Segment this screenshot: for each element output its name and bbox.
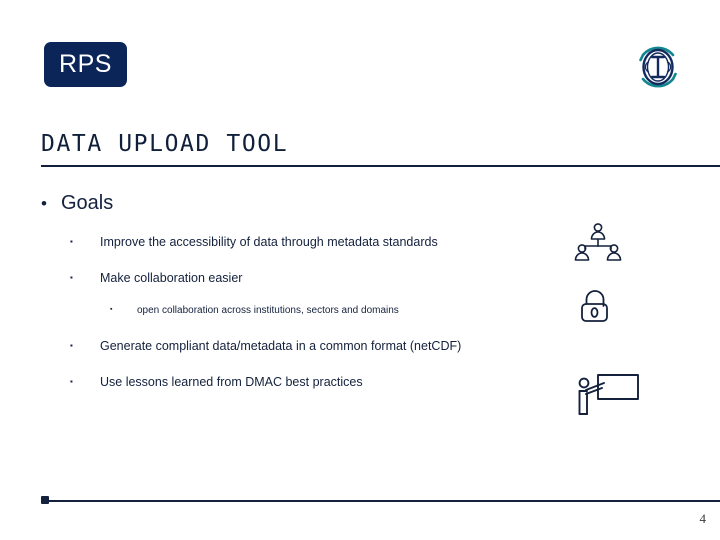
bullet-level1-goals: • Goals — [41, 193, 113, 213]
bullet-level1-label: Goals — [61, 192, 114, 214]
open-padlock-icon — [578, 287, 620, 334]
bullet-text: Generate compliant data/metadata in a co… — [100, 339, 462, 353]
bullet-glyph: ▪ — [70, 272, 73, 282]
bullet-text: open collaboration across institutions, … — [137, 305, 399, 317]
bullet-item: ▪ Generate compliant data/metadata in a c… — [70, 340, 461, 353]
page-number: 4 — [699, 511, 707, 526]
bullet-glyph: • — [41, 194, 47, 213]
bullet-glyph: ▪ — [70, 340, 73, 350]
rps-logo-text: RPS — [59, 49, 112, 78]
rps-logo: RPS — [44, 42, 127, 87]
collaboration-network-icon — [571, 221, 625, 268]
bullet-item: ▪ open collaboration across institutions,… — [110, 306, 399, 316]
bullet-item: ▪ Use lessons learned from DMAC best prac… — [70, 376, 363, 389]
bullet-text: Improve the accessibility of data throug… — [100, 235, 438, 249]
bullet-text: Make collaboration easier — [100, 271, 243, 285]
page-title: DATA UPLOAD TOOL — [41, 131, 289, 157]
bullet-item: ▪ Improve the accessibility of data throu… — [70, 236, 438, 249]
bullet-glyph: ▪ — [70, 236, 73, 246]
title-divider — [41, 165, 720, 167]
ioos-logo — [629, 38, 687, 96]
bullet-glyph: ▪ — [110, 306, 113, 313]
bullet-glyph: ▪ — [70, 376, 73, 386]
presenter-whiteboard-icon — [574, 373, 640, 422]
bullet-item: ▪ Make collaboration easier — [70, 272, 242, 285]
slide: RPS DATA UPLOAD TOOL • Goals ▪ Improve t… — [0, 0, 720, 540]
footer-divider — [41, 500, 720, 502]
bullet-text: Use lessons learned from DMAC best pract… — [100, 375, 363, 389]
